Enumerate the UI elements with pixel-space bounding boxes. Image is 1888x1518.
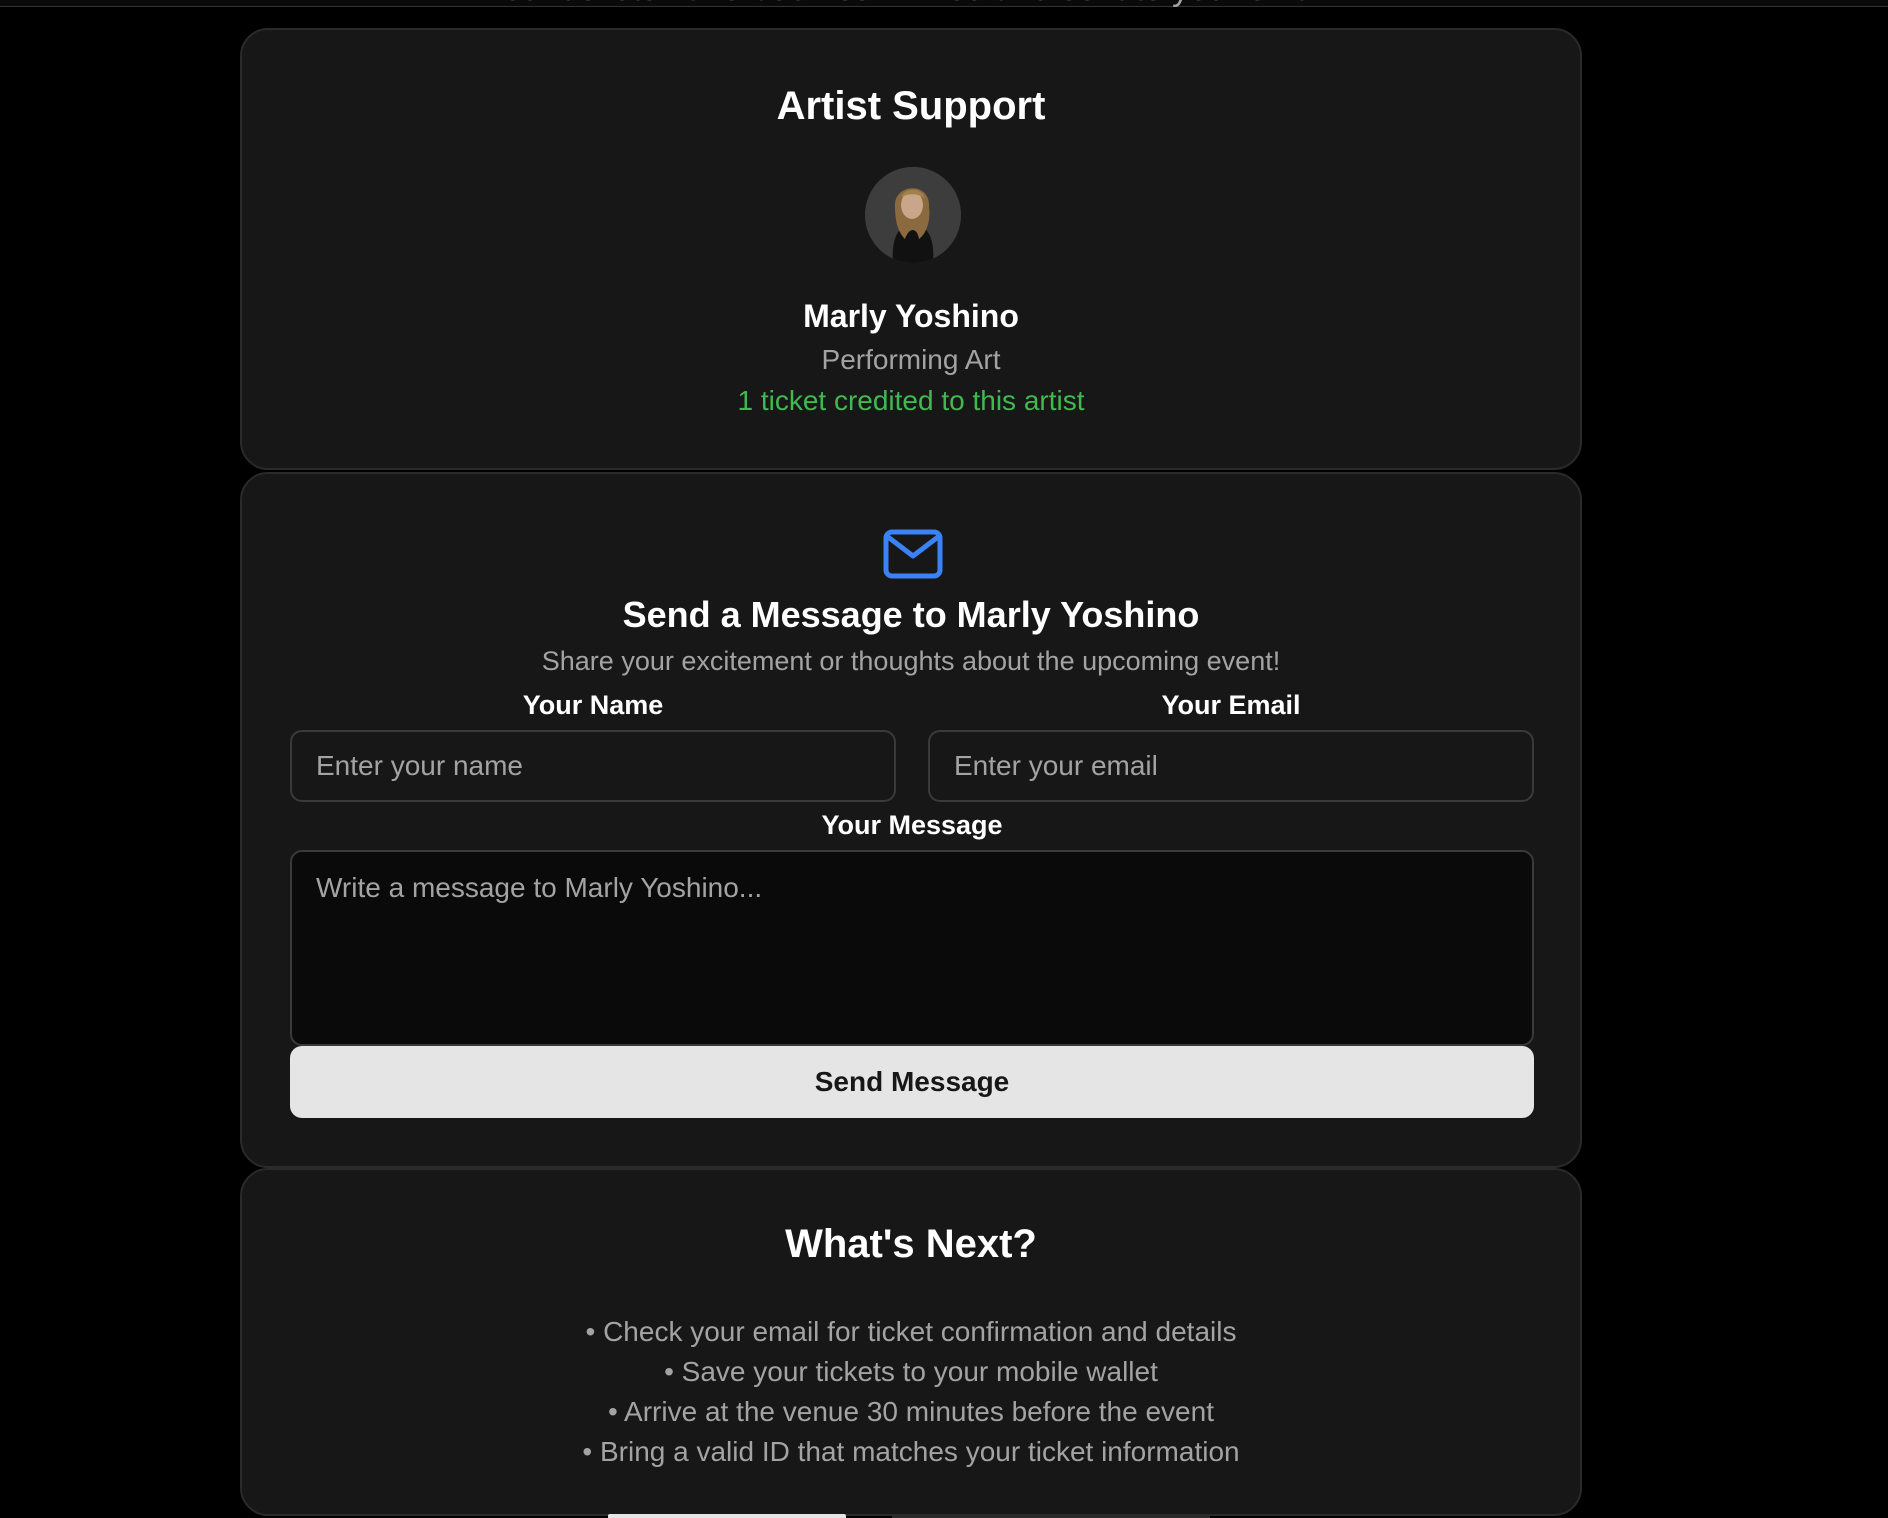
email-label: Your Email xyxy=(1161,690,1301,720)
bottom-secondary-button-edge[interactable] xyxy=(892,1514,1210,1518)
list-item: • Arrive at the venue 30 minutes before … xyxy=(608,1396,1214,1427)
send-message-button[interactable]: Send Message xyxy=(290,1046,1534,1118)
artist-name: Marly Yoshino xyxy=(803,298,1019,334)
ticket-credit-text: 1 ticket credited to this artist xyxy=(737,385,1085,416)
message-subtitle: Share your excitement or thoughts about … xyxy=(541,646,1281,676)
artist-support-title: Artist Support xyxy=(776,84,1046,128)
artist-category: Performing Art xyxy=(821,344,1001,375)
mail-icon xyxy=(883,529,943,579)
email-input[interactable] xyxy=(928,730,1534,802)
name-label: Your Name xyxy=(522,690,664,720)
list-item: • Check your email for ticket confirmati… xyxy=(585,1316,1237,1347)
confirmation-text: Your tickets have been confirmed and sen… xyxy=(240,0,1582,9)
message-label: Your Message xyxy=(821,810,1003,840)
message-textarea[interactable] xyxy=(290,850,1534,1046)
artist-avatar xyxy=(865,167,961,263)
name-input[interactable] xyxy=(290,730,896,802)
whats-next-card: What's Next? • Check your email for tick… xyxy=(240,1168,1582,1516)
send-message-card: Send a Message to Marly Yoshino Share yo… xyxy=(240,472,1582,1168)
list-item: • Save your tickets to your mobile walle… xyxy=(664,1356,1158,1387)
whats-next-list: • Check your email for ticket confirmati… xyxy=(242,1312,1580,1472)
list-item: • Bring a valid ID that matches your tic… xyxy=(582,1436,1240,1467)
avatar-portrait-icon xyxy=(865,167,961,263)
message-title: Send a Message to Marly Yoshino xyxy=(622,594,1200,635)
bottom-primary-button-edge[interactable] xyxy=(608,1514,846,1518)
whats-next-title: What's Next? xyxy=(785,1222,1037,1266)
artist-support-card: Artist Support Marly Yoshino Performing … xyxy=(240,28,1582,470)
